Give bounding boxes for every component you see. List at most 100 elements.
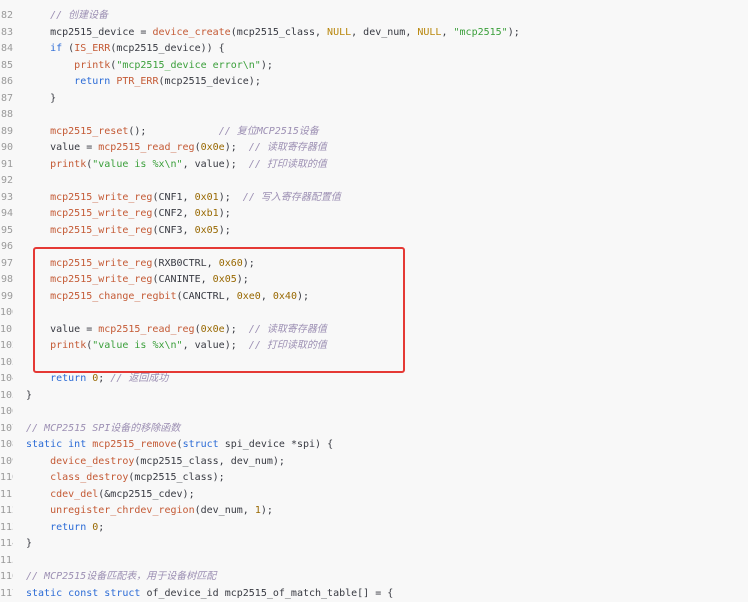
code-text: mcp2515_reset(); // 复位MCP2515设备 [26,124,319,140]
code-token: mcp2515_write_reg [50,257,153,269]
code-token: // MCP2515设备匹配表，用于设备树匹配 [26,571,217,582]
code-line[interactable]: 110 class_destroy(mcp2515_class); [0,470,748,486]
code-line[interactable]: 108 static int mcp2515_remove(struct spi_… [0,437,748,453]
line-number: 112 [0,505,13,516]
code-line[interactable]: 98 mcp2515_write_reg(CANINTE, 0x05); [0,272,748,288]
code-line[interactable]: 88 [0,107,748,123]
code-line[interactable]: 111 cdev_del(&mcp2515_cdev); [0,487,748,503]
code-token: unregister_chrdev_region [50,505,195,516]
code-token: NULL [327,26,352,38]
code-token: mcp2515_change_regbit [50,290,177,302]
code-token: mcp2515_device = [26,26,153,38]
code-token: // 返回成功 [110,373,169,384]
line-number: 103 [0,356,13,368]
line-number: 109 [0,455,13,467]
code-line[interactable]: 94 mcp2515_write_reg(CNF2, 0xb1); [0,206,748,222]
code-token: device_create [152,26,231,38]
code-line[interactable]: 96 [0,239,748,255]
code-token: // 创建设备 [50,10,109,21]
code-token: struct [104,587,141,599]
line-number: 101 [0,323,13,335]
code-line[interactable]: 84 if (IS_ERR(mcp2515_device)) { [0,41,748,57]
code-line[interactable]: 90 value = mcp2515_read_reg(0x0e); // 读取… [0,140,748,156]
code-token: "mcp2515" [453,26,508,38]
code-line[interactable]: 87 } [0,91,748,107]
line-number: 110 [0,472,13,483]
code-text: return PTR_ERR(mcp2515_device); [26,74,261,90]
code-token: } [26,389,33,401]
code-token: value = [26,323,99,335]
code-line[interactable]: 107 // MCP2515 SPI设备的移除函数 [0,421,748,437]
code-token: 0x0e [200,323,225,335]
code-token: mcp2515_reset [50,125,129,137]
code-token: static [26,439,63,450]
code-line[interactable]: 106 [0,404,748,420]
code-token: value = [26,142,99,153]
code-line[interactable]: 85 printk("mcp2515_device error\n"); [0,58,748,74]
code-line[interactable]: 95 mcp2515_write_reg(CNF3, 0x05); [0,223,748,239]
code-line[interactable]: 97 mcp2515_write_reg(RXB0CTRL, 0x60); [0,256,748,272]
code-text: // MCP2515设备匹配表，用于设备树匹配 [26,569,216,585]
code-token: , dev_num, [351,26,418,38]
code-line[interactable]: 102 printk("value is %x\n", value); // 打… [0,338,748,354]
code-line[interactable]: 104 return 0; // 返回成功 [0,371,748,387]
code-line[interactable]: 99 mcp2515_change_regbit(CANCTRL, 0xe0, … [0,289,748,305]
code-text: // 创建设备 [26,8,108,24]
code-line[interactable]: 103 [0,355,748,371]
line-number: 91 [0,158,13,170]
code-line[interactable]: 100 [0,305,748,321]
code-token: printk [50,340,87,351]
code-line[interactable]: 89 mcp2515_reset(); // 复位MCP2515设备 [0,124,748,140]
code-line[interactable]: 115 [0,553,748,569]
code-text: static int mcp2515_remove(struct spi_dev… [26,437,333,453]
code-text: mcp2515_write_reg(CANINTE, 0x05); [26,272,249,288]
code-line[interactable]: 109 device_destroy(mcp2515_class, dev_nu… [0,454,748,470]
line-number: 88 [0,109,13,120]
code-token: struct [182,439,219,450]
code-text: mcp2515_change_regbit(CANCTRL, 0xe0, 0x4… [26,289,309,305]
code-token: static [26,587,63,599]
code-line[interactable]: 86 return PTR_ERR(mcp2515_device); [0,74,748,90]
code-token: (mcp2515_class, [230,26,328,38]
line-number: 89 [0,125,13,137]
code-token: ); [260,505,273,516]
code-text: mcp2515_write_reg(RXB0CTRL, 0x60); [26,256,255,272]
code-editor[interactable]: 82 // 创建设备 83 mcp2515_device = device_cre… [0,0,748,599]
code-token: "value is %x\n" [92,340,183,351]
line-number: 106 [0,406,13,417]
code-line[interactable]: 112 unregister_chrdev_region(dev_num, 1)… [0,503,748,519]
line-number: 85 [0,59,13,71]
code-line[interactable]: 105} [0,388,748,404]
line-number: 96 [0,241,13,252]
code-line[interactable]: 92 [0,173,748,189]
code-token: printk [74,59,111,71]
code-text: printk("value is %x\n", value); // 打印读取的… [26,338,327,354]
code-token: , [441,26,454,38]
code-line[interactable]: 101 value = mcp2515_read_reg(0x0e); // 读… [0,322,748,338]
code-text: return 0; // 返回成功 [26,371,168,387]
code-token: 0xe0 [236,290,261,302]
line-number: 104 [0,373,13,384]
code-line[interactable]: 113 return 0; [0,520,748,536]
code-line[interactable]: 82 // 创建设备 [0,8,748,24]
code-line[interactable]: 83 mcp2515_device = device_create(mcp251… [0,25,748,41]
code-line[interactable]: 93 mcp2515_write_reg(CNF1, 0x01); // 写入寄… [0,190,748,206]
code-token: return [74,76,111,87]
code-token: (mcp2515_device); [158,76,261,87]
line-number: 84 [0,43,13,54]
line-number: 93 [0,191,13,203]
code-line[interactable]: 114} [0,536,748,552]
code-token: cdev_del [50,488,99,500]
code-text: if (IS_ERR(mcp2515_device)) { [26,41,225,57]
code-line[interactable]: 116 // MCP2515设备匹配表，用于设备树匹配 [0,569,748,585]
code-token: ); [260,59,273,71]
code-text: mcp2515_device = device_create(mcp2515_c… [26,25,520,41]
code-text: cdev_del(&mcp2515_cdev); [26,487,195,503]
code-text: printk("mcp2515_device error\n"); [26,58,273,74]
code-line[interactable]: 91 printk("value is %x\n", value); // 打印… [0,157,748,173]
